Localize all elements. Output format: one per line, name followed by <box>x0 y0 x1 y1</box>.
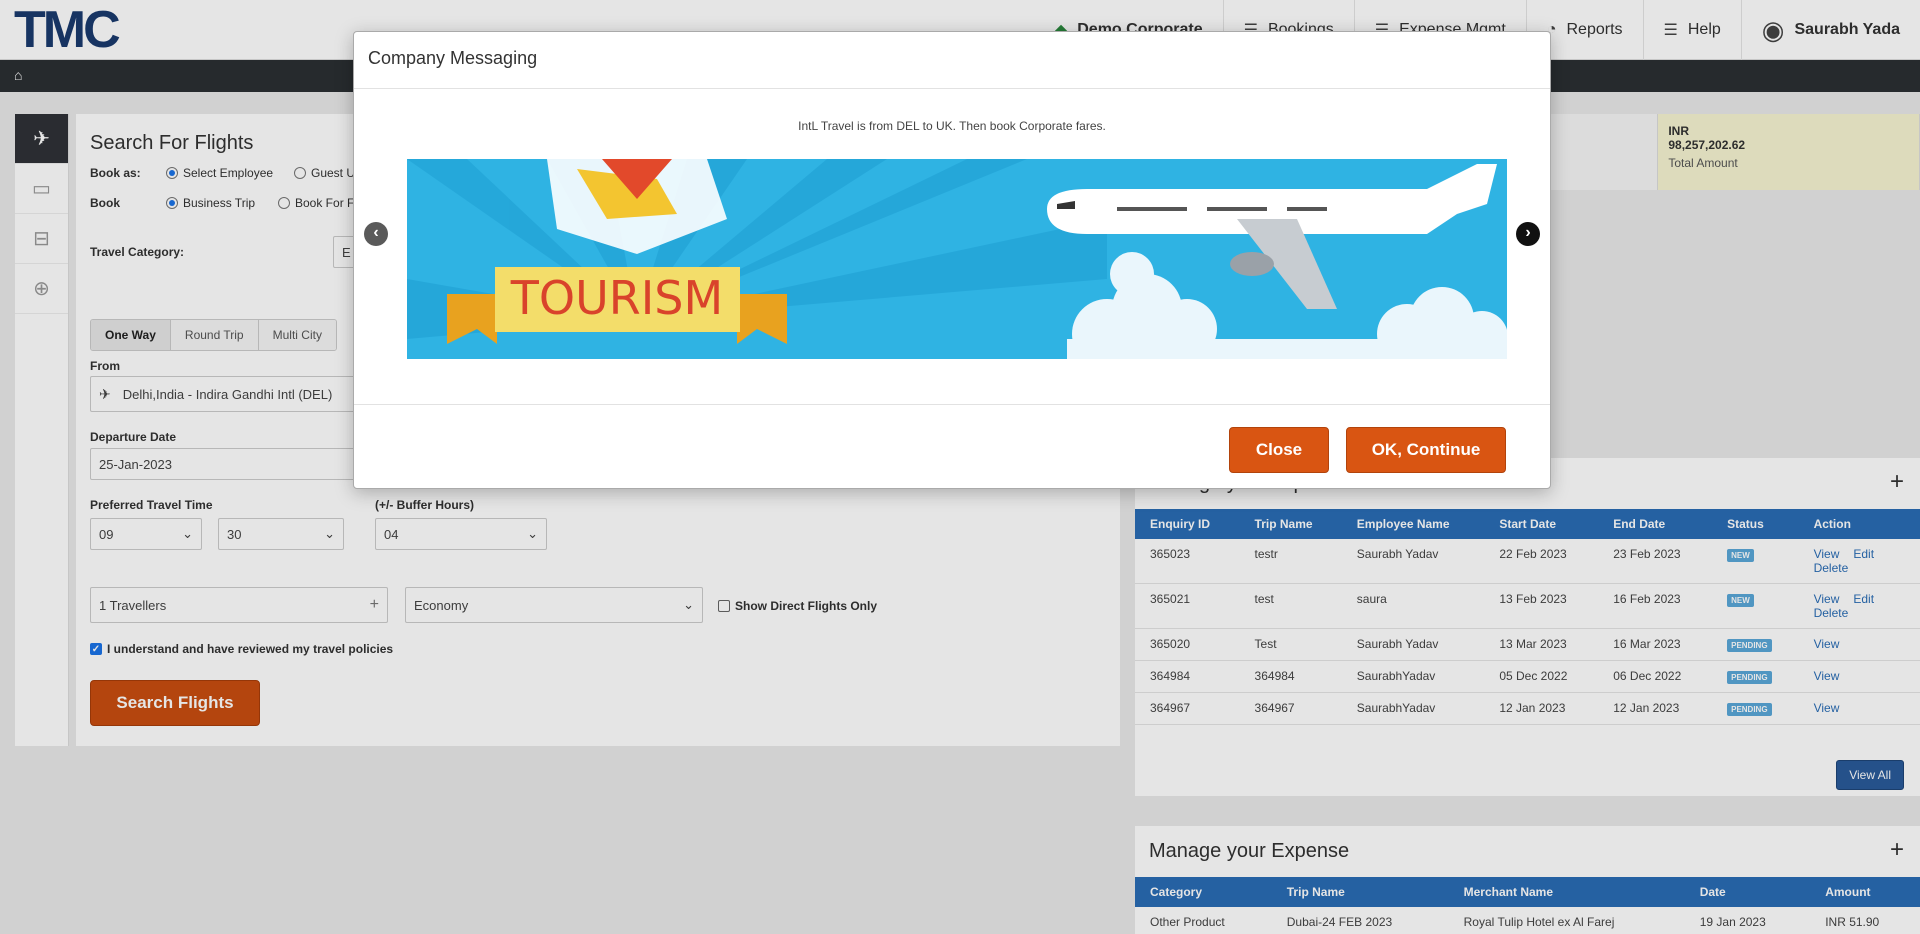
company-messaging-modal: Company Messaging IntL Travel is from DE… <box>353 31 1551 489</box>
modal-message: IntL Travel is from DEL to UK. Then book… <box>798 119 1106 133</box>
ok-continue-button[interactable]: OK, Continue <box>1346 427 1506 473</box>
modal-footer: Close OK, Continue <box>354 404 1550 490</box>
carousel-next-icon[interactable]: › <box>1516 222 1540 246</box>
close-button[interactable]: Close <box>1229 427 1329 473</box>
banner-text: TOURISM <box>510 271 723 325</box>
modal-title: Company Messaging <box>354 32 1550 89</box>
tourism-banner-image: TOURISM <box>407 159 1507 359</box>
promo-banner: TOURISM <box>407 159 1507 359</box>
carousel-prev-icon[interactable]: ‹ <box>364 222 388 246</box>
